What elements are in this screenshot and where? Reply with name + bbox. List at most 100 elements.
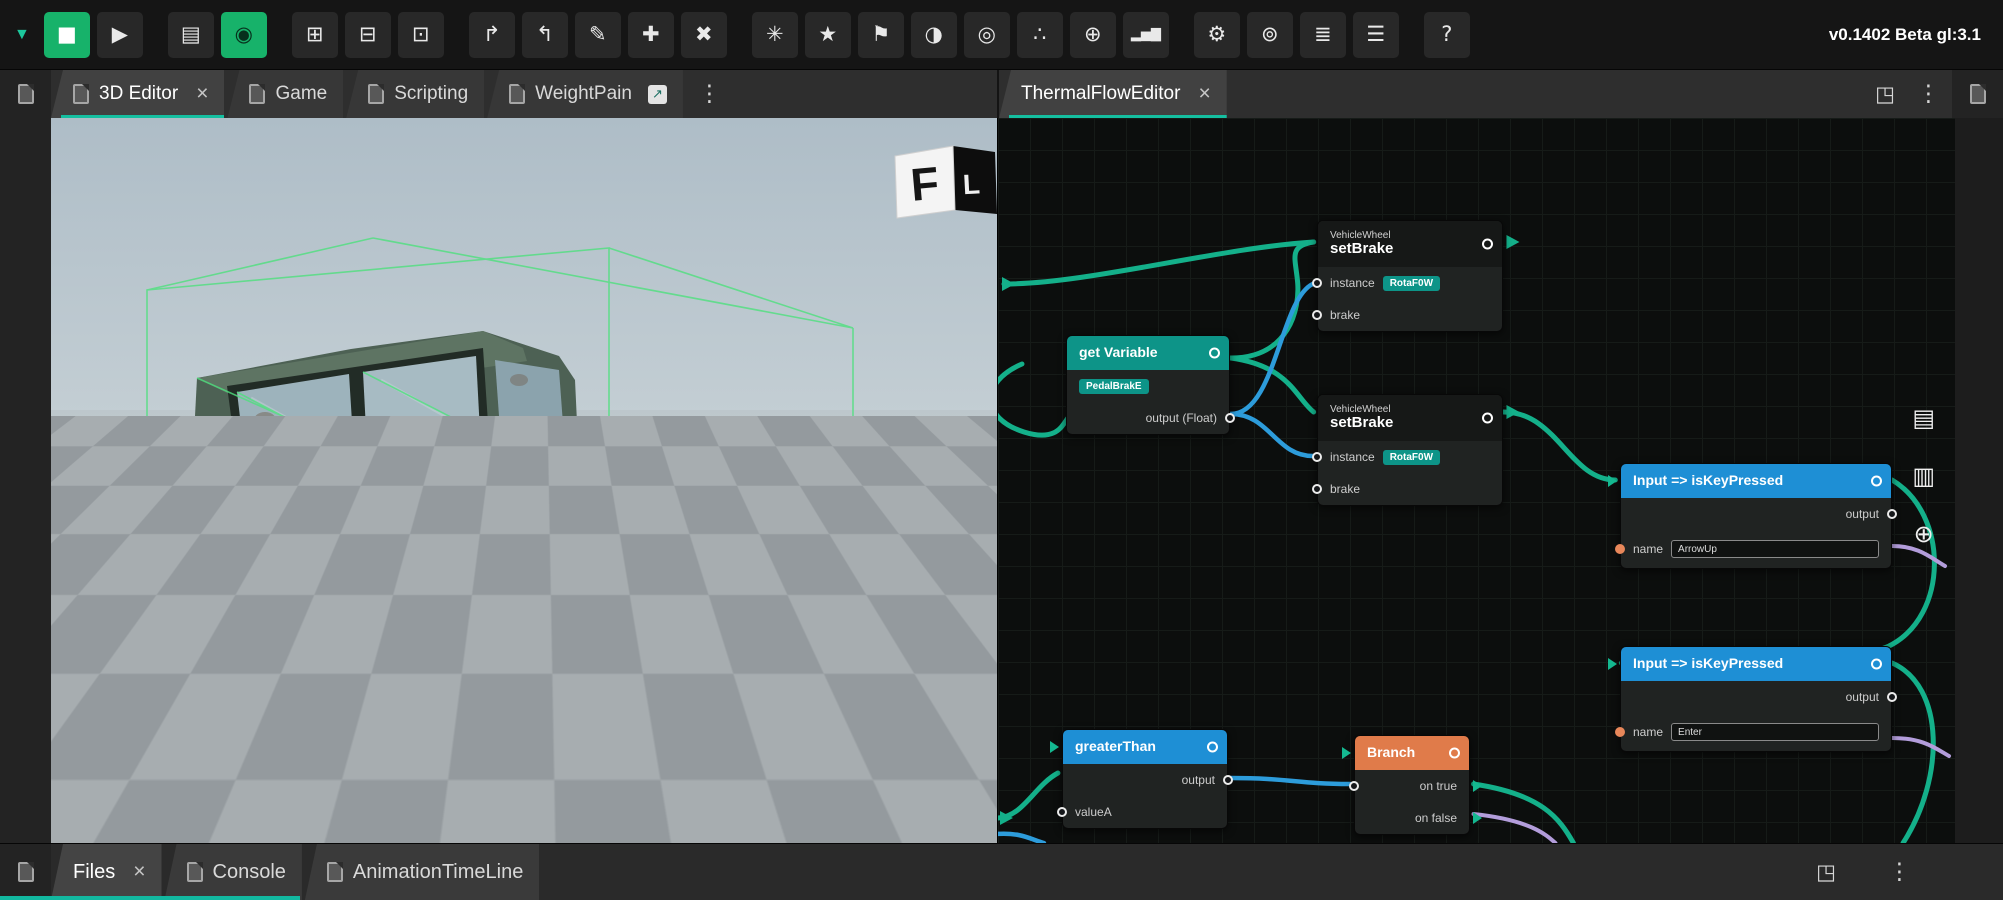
exec-false-pin[interactable] (1473, 812, 1482, 824)
import-button[interactable]: ↱ (469, 12, 515, 58)
list-button[interactable]: ☰ (1353, 12, 1399, 58)
node-options-icon[interactable] (1449, 748, 1460, 759)
exec-in-pin[interactable] (1608, 475, 1617, 487)
variable-chip[interactable]: PedalBrakE (1079, 379, 1149, 394)
export-button[interactable]: ↰ (522, 12, 568, 58)
close-tab-icon[interactable]: × (133, 860, 145, 884)
condition-port[interactable] (1349, 781, 1359, 791)
node-header[interactable]: Input => isKeyPressed (1621, 647, 1891, 681)
play-button[interactable]: ▶ (97, 12, 143, 58)
favorite-button[interactable]: ★ (805, 12, 851, 58)
node-add-button[interactable]: ∴ (1017, 12, 1063, 58)
delete-button[interactable]: ✖ (681, 12, 727, 58)
input-port[interactable] (1312, 484, 1322, 494)
zoom-fit-icon[interactable]: ⊕ (1914, 522, 1934, 546)
output-port[interactable] (1225, 413, 1235, 423)
weather-icon[interactable]: ☁ (960, 630, 985, 655)
sphere-button[interactable]: ◎ (964, 12, 1010, 58)
pane-menu-icon[interactable]: ⋮ (1905, 70, 1952, 118)
zoom-in-button[interactable]: ⊕ (1070, 12, 1116, 58)
window-new-button[interactable]: ⊞ (292, 12, 338, 58)
instance-chip[interactable]: RotaF0W (1383, 450, 1440, 465)
stop-button[interactable]: ■ (44, 12, 90, 58)
window-split-button[interactable]: ⊟ (345, 12, 391, 58)
view-cube[interactable]: F L (895, 146, 997, 218)
exec-true-pin[interactable] (1473, 780, 1482, 792)
save-button[interactable]: ▤ (168, 12, 214, 58)
close-tab-icon[interactable]: × (1198, 82, 1210, 106)
key-name-input[interactable]: Enter (1671, 723, 1879, 741)
popout-icon[interactable]: ◳ (1806, 860, 1846, 884)
node-header[interactable]: VehicleWheel setBrake (1318, 221, 1502, 267)
help-button[interactable]: ? (1424, 12, 1470, 58)
tab-dock-bottom[interactable] (0, 844, 51, 900)
output-port[interactable] (1887, 692, 1897, 702)
node-header[interactable]: Branch (1355, 736, 1469, 770)
output-port[interactable] (1887, 509, 1897, 519)
tab-console[interactable]: Console (165, 844, 302, 900)
external-link-icon[interactable]: ↗ (648, 85, 667, 104)
tab-animationtimeline[interactable]: AnimationTimeLine (305, 844, 539, 900)
node-options-icon[interactable] (1482, 413, 1493, 424)
exec-in-pin[interactable] (1050, 741, 1059, 753)
node-editor[interactable]: VehicleWheel setBrake instance RotaF0W b… (997, 118, 1955, 843)
save-preview-button[interactable]: ◉ (221, 12, 267, 58)
tab-overflow-menu-icon[interactable]: ⋮ (686, 70, 733, 118)
window-grid-button[interactable]: ⊡ (398, 12, 444, 58)
target-gizmo[interactable] (570, 586, 630, 646)
name-input-port[interactable] (1615, 544, 1625, 554)
node-options-icon[interactable] (1207, 742, 1218, 753)
node-get-variable[interactable]: get Variable PedalBrakE output (Float) (1066, 335, 1230, 435)
tab-weightpain[interactable]: WeightPain ↗ (487, 70, 683, 118)
bounds-icon[interactable]: ▢ (961, 672, 985, 697)
exec-in-pin[interactable] (1608, 658, 1617, 670)
node-options-icon[interactable] (1871, 659, 1882, 670)
name-input-port[interactable] (1615, 727, 1625, 737)
node-header[interactable]: get Variable (1067, 336, 1229, 370)
node-iskeypressed-1[interactable]: Input => isKeyPressed output name ArrowU… (1620, 463, 1892, 569)
node-header[interactable]: Input => isKeyPressed (1621, 464, 1891, 498)
node-options-icon[interactable] (1871, 476, 1882, 487)
input-port[interactable] (1312, 310, 1322, 320)
document-button[interactable]: ≣ (1300, 12, 1346, 58)
focus-icon[interactable]: ◌ (962, 714, 984, 739)
node-setbrake-1[interactable]: VehicleWheel setBrake instance RotaF0W b… (1317, 220, 1503, 332)
pane-menu-icon[interactable]: ⋮ (1876, 859, 1923, 885)
node-header[interactable]: VehicleWheel setBrake (1318, 395, 1502, 441)
tab-dock-right[interactable] (1952, 70, 2003, 118)
load-graph-icon[interactable]: ▥ (1912, 464, 1935, 488)
effects-button[interactable]: ✳ (752, 12, 798, 58)
teleport-icon[interactable]: ♟ (961, 588, 983, 613)
key-name-input[interactable]: ArrowUp (1671, 540, 1879, 558)
node-options-icon[interactable] (1209, 348, 1220, 359)
output-port[interactable] (1223, 775, 1233, 785)
input-port[interactable] (1312, 278, 1322, 288)
tab-files[interactable]: Files × (51, 844, 162, 900)
input-port[interactable] (1312, 452, 1322, 462)
tab-3d-editor[interactable]: 3D Editor × (51, 70, 224, 118)
dropdown-caret-icon[interactable]: ▼ (14, 26, 30, 44)
popout-icon[interactable]: ◳ (1865, 70, 1905, 118)
node-greaterthan[interactable]: greaterThan output valueA (1062, 729, 1228, 829)
node-header[interactable]: greaterThan (1063, 730, 1227, 764)
tab-game[interactable]: Game (227, 70, 343, 118)
tab-dock-left[interactable] (0, 70, 51, 118)
node-options-icon[interactable] (1482, 239, 1493, 250)
viewport-3d[interactable]: F L ♟ ☁ ▢ ◌ (51, 118, 997, 843)
flag-button[interactable]: ⚑ (858, 12, 904, 58)
tab-thermalfloweditor[interactable]: ThermalFlowEditor × (999, 70, 1227, 118)
input-port[interactable] (1057, 807, 1067, 817)
instance-chip[interactable]: RotaF0W (1383, 276, 1440, 291)
settings-button[interactable]: ⚙ (1194, 12, 1240, 58)
add-pointer-button[interactable]: ✚ (628, 12, 674, 58)
node-branch[interactable]: Branch on true on false (1354, 735, 1470, 835)
tab-scripting[interactable]: Scripting (346, 70, 484, 118)
save-graph-icon[interactable]: ▤ (1912, 406, 1935, 430)
contrast-button[interactable]: ◑ (911, 12, 957, 58)
exec-in-pin[interactable] (1342, 747, 1351, 759)
node-iskeypressed-2[interactable]: Input => isKeyPressed output name Enter (1620, 646, 1892, 752)
close-tab-icon[interactable]: × (196, 82, 208, 106)
gizmo-button[interactable]: ⊚ (1247, 12, 1293, 58)
node-setbrake-2[interactable]: VehicleWheel setBrake instance RotaF0W b… (1317, 394, 1503, 506)
edit-button[interactable]: ✎ (575, 12, 621, 58)
